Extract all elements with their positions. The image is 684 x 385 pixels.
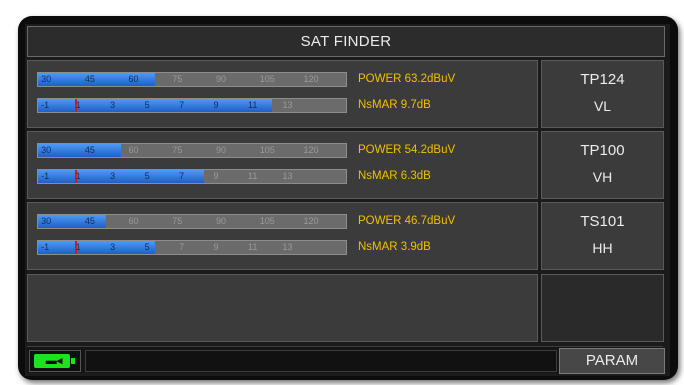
scale-tick: 5 bbox=[144, 171, 150, 181]
scale-tick: 1 bbox=[75, 171, 81, 181]
scale-tick: 11 bbox=[248, 171, 258, 181]
scale-tick: 105 bbox=[259, 74, 275, 84]
scale-tick: 11 bbox=[248, 100, 258, 110]
satellite-row-1: 30 45 60 75 90 105 120 -1 1 3 5 7 9 11 13 POWER 63.2d… bbox=[27, 60, 538, 128]
transponder-label: TP124 bbox=[580, 71, 625, 88]
scale-tick: -1 bbox=[41, 100, 50, 110]
scale-tick: 60 bbox=[128, 145, 139, 155]
mer-scale: -1 1 3 5 7 9 11 13 bbox=[38, 99, 346, 112]
scale-tick: 120 bbox=[303, 74, 319, 84]
mer-bar: -1 1 3 5 7 9 11 13 bbox=[37, 98, 347, 113]
scale-tick: 13 bbox=[282, 100, 293, 110]
power-readout: POWER 46.7dBuV bbox=[358, 215, 456, 227]
screen: SAT FINDER 30 45 60 75 90 105 120 -1 1 3 5 7 9 11 13 … bbox=[25, 24, 670, 376]
transponder-select-3[interactable]: TS101 HH bbox=[541, 202, 664, 270]
scale-tick: 5 bbox=[144, 100, 150, 110]
mer-bar: -1 1 3 5 7 9 11 13 bbox=[37, 169, 347, 184]
scale-tick: 9 bbox=[213, 100, 219, 110]
scale-tick: 90 bbox=[216, 216, 227, 226]
power-bar: 30 45 60 75 90 105 120 bbox=[37, 214, 347, 229]
polarization-label: HH bbox=[592, 240, 613, 256]
scale-tick: 30 bbox=[41, 74, 52, 84]
scale-tick: 5 bbox=[144, 242, 150, 252]
mer-scale: -1 1 3 5 7 9 11 13 bbox=[38, 170, 346, 183]
nsmar-readout: NsMAR 9.7dB bbox=[358, 99, 431, 111]
scale-tick: 45 bbox=[84, 74, 95, 84]
battery-charging-icon: ▬◂ bbox=[29, 350, 81, 372]
status-bar: ▬◂ PARAM bbox=[27, 346, 665, 374]
scale-tick: 90 bbox=[216, 74, 227, 84]
scale-tick: 120 bbox=[303, 145, 319, 155]
scale-tick: 7 bbox=[179, 171, 185, 181]
scale-tick: 3 bbox=[110, 171, 116, 181]
power-bar: 30 45 60 75 90 105 120 bbox=[37, 143, 347, 158]
battery-body: ▬◂ bbox=[34, 354, 70, 368]
scale-tick: 75 bbox=[172, 145, 183, 155]
scale-tick: 1 bbox=[75, 242, 81, 252]
scale-tick: 60 bbox=[128, 74, 139, 84]
nsmar-readout: NsMAR 6.3dB bbox=[358, 170, 431, 182]
satellite-row-3: 30 45 60 75 90 105 120 -1 1 3 5 7 9 11 13 POWER 46.7d… bbox=[27, 202, 538, 270]
scale-tick: 7 bbox=[179, 242, 185, 252]
scale-tick: 75 bbox=[172, 216, 183, 226]
scale-tick: 3 bbox=[110, 100, 116, 110]
transponder-select-2[interactable]: TP100 VH bbox=[541, 131, 664, 199]
status-message-area bbox=[85, 350, 557, 372]
transponder-label: TP100 bbox=[580, 142, 625, 159]
scale-tick: 30 bbox=[41, 145, 52, 155]
nsmar-readout: NsMAR 3.9dB bbox=[358, 241, 431, 253]
scale-tick: 60 bbox=[128, 216, 139, 226]
param-button[interactable]: PARAM bbox=[559, 348, 665, 374]
transponder-select-empty[interactable] bbox=[541, 274, 664, 342]
scale-tick: 13 bbox=[282, 242, 293, 252]
power-scale: 30 45 60 75 90 105 120 bbox=[38, 73, 346, 86]
mer-scale: -1 1 3 5 7 9 11 13 bbox=[38, 241, 346, 254]
scale-tick: 11 bbox=[248, 242, 258, 252]
scale-tick: -1 bbox=[41, 171, 50, 181]
power-readout: POWER 54.2dBuV bbox=[358, 144, 456, 156]
polarization-label: VL bbox=[593, 98, 612, 114]
device-frame: SAT FINDER 30 45 60 75 90 105 120 -1 1 3 5 7 9 11 13 … bbox=[18, 16, 678, 380]
power-scale: 30 45 60 75 90 105 120 bbox=[38, 144, 346, 157]
scale-tick: 105 bbox=[259, 145, 275, 155]
scale-tick: 45 bbox=[84, 216, 95, 226]
scale-tick: 13 bbox=[282, 171, 293, 181]
transponder-select-1[interactable]: TP124 VL bbox=[541, 60, 664, 128]
scale-tick: 30 bbox=[41, 216, 52, 226]
power-readout: POWER 63.2dBuV bbox=[358, 73, 456, 85]
scale-tick: 105 bbox=[259, 216, 275, 226]
polarization-label: VH bbox=[592, 169, 613, 185]
scale-tick: 7 bbox=[179, 100, 185, 110]
power-scale: 30 45 60 75 90 105 120 bbox=[38, 215, 346, 228]
mer-bar: -1 1 3 5 7 9 11 13 bbox=[37, 240, 347, 255]
scale-tick: 3 bbox=[110, 242, 116, 252]
scale-tick: 1 bbox=[75, 100, 81, 110]
scale-tick: 90 bbox=[216, 145, 227, 155]
scale-tick: 120 bbox=[303, 216, 319, 226]
page-title: SAT FINDER bbox=[27, 26, 665, 57]
scale-tick: -1 bbox=[41, 242, 50, 252]
plug-icon: ▬◂ bbox=[45, 355, 63, 367]
transponder-label: TS101 bbox=[580, 213, 625, 230]
power-bar: 30 45 60 75 90 105 120 bbox=[37, 72, 347, 87]
scale-tick: 9 bbox=[213, 171, 219, 181]
battery-tip bbox=[71, 358, 75, 364]
satellite-row-2: 30 45 60 75 90 105 120 -1 1 3 5 7 9 11 13 POWER 54.2d… bbox=[27, 131, 538, 199]
scale-tick: 75 bbox=[172, 74, 183, 84]
scale-tick: 45 bbox=[84, 145, 95, 155]
scale-tick: 9 bbox=[213, 242, 219, 252]
satellite-row-empty[interactable] bbox=[27, 274, 538, 342]
